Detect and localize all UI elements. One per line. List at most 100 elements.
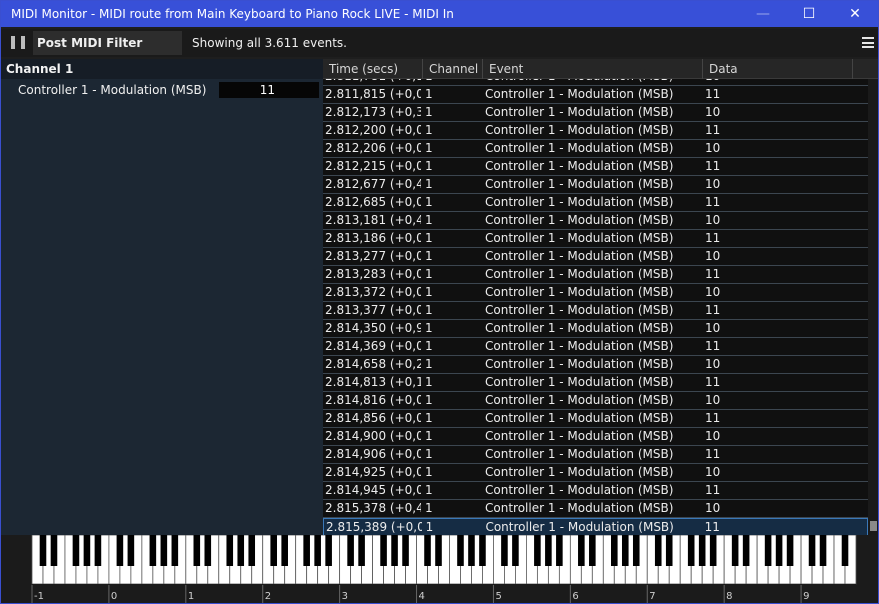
table-row[interactable]: 2.815,378 (+0,4... 1 Controller 1 - Modula… <box>323 500 868 518</box>
black-key[interactable] <box>654 535 662 566</box>
close-button[interactable]: ✕ <box>832 1 878 27</box>
column-header-channel[interactable]: Channel <box>423 59 483 79</box>
black-key[interactable] <box>325 535 332 566</box>
post-midi-filter-button[interactable]: Post MIDI Filter <box>33 31 182 55</box>
table-row[interactable]: 2.813,283 (+0,0... 1 Controller 1 - Modula… <box>323 266 868 284</box>
black-key[interactable] <box>578 535 585 566</box>
black-key[interactable] <box>665 535 673 566</box>
black-key[interactable] <box>512 535 519 566</box>
black-key[interactable] <box>347 535 354 566</box>
table-body[interactable]: 2.811,781 (+0,1...1Controller 1 - Modula… <box>323 79 868 535</box>
black-key[interactable] <box>83 535 91 566</box>
table-row[interactable]: 2.813,377 (+0,0... 1 Controller 1 - Modula… <box>323 302 868 320</box>
black-key[interactable] <box>709 535 717 566</box>
black-key[interactable] <box>534 535 541 566</box>
column-header-time[interactable]: Time (secs) <box>323 59 423 79</box>
black-key[interactable] <box>731 535 739 566</box>
table-row[interactable]: 2.814,816 (+0,0... 1 Controller 1 - Modula… <box>323 392 868 410</box>
black-key[interactable] <box>248 535 256 566</box>
black-key[interactable] <box>281 535 288 566</box>
black-key[interactable] <box>501 535 508 566</box>
black-key[interactable] <box>775 535 783 566</box>
black-key[interactable] <box>786 535 794 566</box>
table-row[interactable]: 2.814,856 (+0,0... 1 Controller 1 - Modula… <box>323 410 868 428</box>
black-key[interactable] <box>270 535 278 566</box>
black-key[interactable] <box>808 535 816 566</box>
table-row[interactable]: 2.814,945 (+0,0... 1 Controller 1 - Modula… <box>323 482 868 500</box>
channel-cell: 1 <box>425 159 433 173</box>
column-header-event[interactable]: Event <box>483 59 703 79</box>
black-key[interactable] <box>632 535 640 566</box>
black-key[interactable] <box>841 535 849 566</box>
table-row[interactable]: 2.813,186 (+0,0... 1 Controller 1 - Modula… <box>323 230 868 248</box>
table-row[interactable]: 2.814,900 (+0,0... 1 Controller 1 - Modula… <box>323 428 868 446</box>
black-key[interactable] <box>479 535 486 566</box>
black-key[interactable] <box>204 535 212 566</box>
black-key[interactable] <box>764 535 772 566</box>
black-key[interactable] <box>742 535 750 566</box>
black-key[interactable] <box>237 535 245 566</box>
black-key[interactable] <box>303 535 310 566</box>
black-key[interactable] <box>94 535 102 566</box>
table-row[interactable]: 2.812,685 (+0,0... 1 Controller 1 - Modula… <box>323 194 868 212</box>
table-row[interactable]: 2.813,372 (+0,0... 1 Controller 1 - Modula… <box>323 284 868 302</box>
black-key[interactable] <box>127 535 135 566</box>
table-row[interactable]: 2.812,206 (+0,0... 1 Controller 1 - Modula… <box>323 140 868 158</box>
black-key[interactable] <box>610 535 618 566</box>
table-row[interactable]: 2.814,369 (+0,0... 1 Controller 1 - Modula… <box>323 338 868 356</box>
maximize-button[interactable]: ☐ <box>786 1 832 27</box>
table-row[interactable]: 2.814,350 (+0,9... 1 Controller 1 - Modula… <box>323 320 868 338</box>
black-key[interactable] <box>50 535 58 566</box>
table-row[interactable]: 2.815,389 (+0,0...1 Controller 1 - Modula… <box>323 518 868 535</box>
black-key[interactable] <box>72 535 80 566</box>
piano-keyboard-svg[interactable]: -1 0 1 2 3 4 5 6 7 8 9 <box>1 535 878 603</box>
black-key[interactable] <box>160 535 168 566</box>
pause-icon[interactable] <box>11 36 25 50</box>
black-key[interactable] <box>545 535 552 566</box>
hamburger-menu-icon[interactable] <box>862 37 874 48</box>
black-key[interactable] <box>556 535 563 566</box>
black-key[interactable] <box>149 535 157 566</box>
black-key[interactable] <box>314 535 321 566</box>
table-row[interactable]: 2.813,181 (+0,4... 1 Controller 1 - Modula… <box>323 212 868 230</box>
black-key[interactable] <box>402 535 409 566</box>
table-row[interactable]: 2.812,173 (+0,3... 1 Controller 1 - Modula… <box>323 104 868 122</box>
column-header-data[interactable]: Data <box>703 59 853 79</box>
black-key[interactable] <box>424 535 431 566</box>
table-row[interactable]: 2.812,215 (+0,0... 1 Controller 1 - Modula… <box>323 158 868 176</box>
black-key[interactable] <box>226 535 234 566</box>
black-key[interactable] <box>116 535 124 566</box>
vertical-scrollbar[interactable] <box>869 79 878 535</box>
black-key[interactable] <box>171 535 179 566</box>
black-key[interactable] <box>358 535 365 566</box>
title-bar[interactable]: MIDI Monitor - MIDI route from Main Keyb… <box>1 1 878 27</box>
table-row[interactable]: 2.813,277 (+0,0... 1 Controller 1 - Modula… <box>323 248 868 266</box>
black-key[interactable] <box>687 535 695 566</box>
black-key[interactable] <box>819 535 827 566</box>
table-row[interactable]: 2.812,200 (+0,0... 1 Controller 1 - Modula… <box>323 122 868 140</box>
black-key[interactable] <box>380 535 387 566</box>
black-key[interactable] <box>435 535 442 566</box>
time-cell: 2.812,215 (+0,0... <box>325 159 421 173</box>
black-key[interactable] <box>39 535 47 566</box>
table-row[interactable]: 2.814,813 (+0,1... 1 Controller 1 - Modula… <box>323 374 868 392</box>
table-row[interactable]: 2.814,658 (+0,2... 1 Controller 1 - Modula… <box>323 356 868 374</box>
black-key[interactable] <box>589 535 596 566</box>
scrollbar-thumb[interactable] <box>870 521 877 531</box>
table-row[interactable]: 2.811,815 (+0,0... 1 Controller 1 - Modula… <box>323 86 868 104</box>
minimize-button[interactable]: — <box>740 1 786 27</box>
table-row[interactable]: 2.812,677 (+0,4... 1 Controller 1 - Modula… <box>323 176 868 194</box>
piano-keyboard[interactable]: -1 0 1 2 3 4 5 6 7 8 9 <box>1 535 878 603</box>
table-row[interactable]: 2.814,906 (+0,0... 1 Controller 1 - Modula… <box>323 446 868 464</box>
black-key[interactable] <box>468 535 475 566</box>
data-cell: 11 <box>705 447 721 461</box>
event-cell: Controller 1 - Modulation (MSB) <box>485 87 674 101</box>
data-cell: 11 <box>705 375 721 389</box>
black-key[interactable] <box>698 535 706 566</box>
black-key[interactable] <box>193 535 201 566</box>
table-row[interactable]: 2.811,781 (+0,1...1Controller 1 - Modula… <box>323 79 868 86</box>
black-key[interactable] <box>457 535 464 566</box>
black-key[interactable] <box>621 535 629 566</box>
black-key[interactable] <box>391 535 398 566</box>
table-row[interactable]: 2.814,925 (+0,0... 1 Controller 1 - Modula… <box>323 464 868 482</box>
